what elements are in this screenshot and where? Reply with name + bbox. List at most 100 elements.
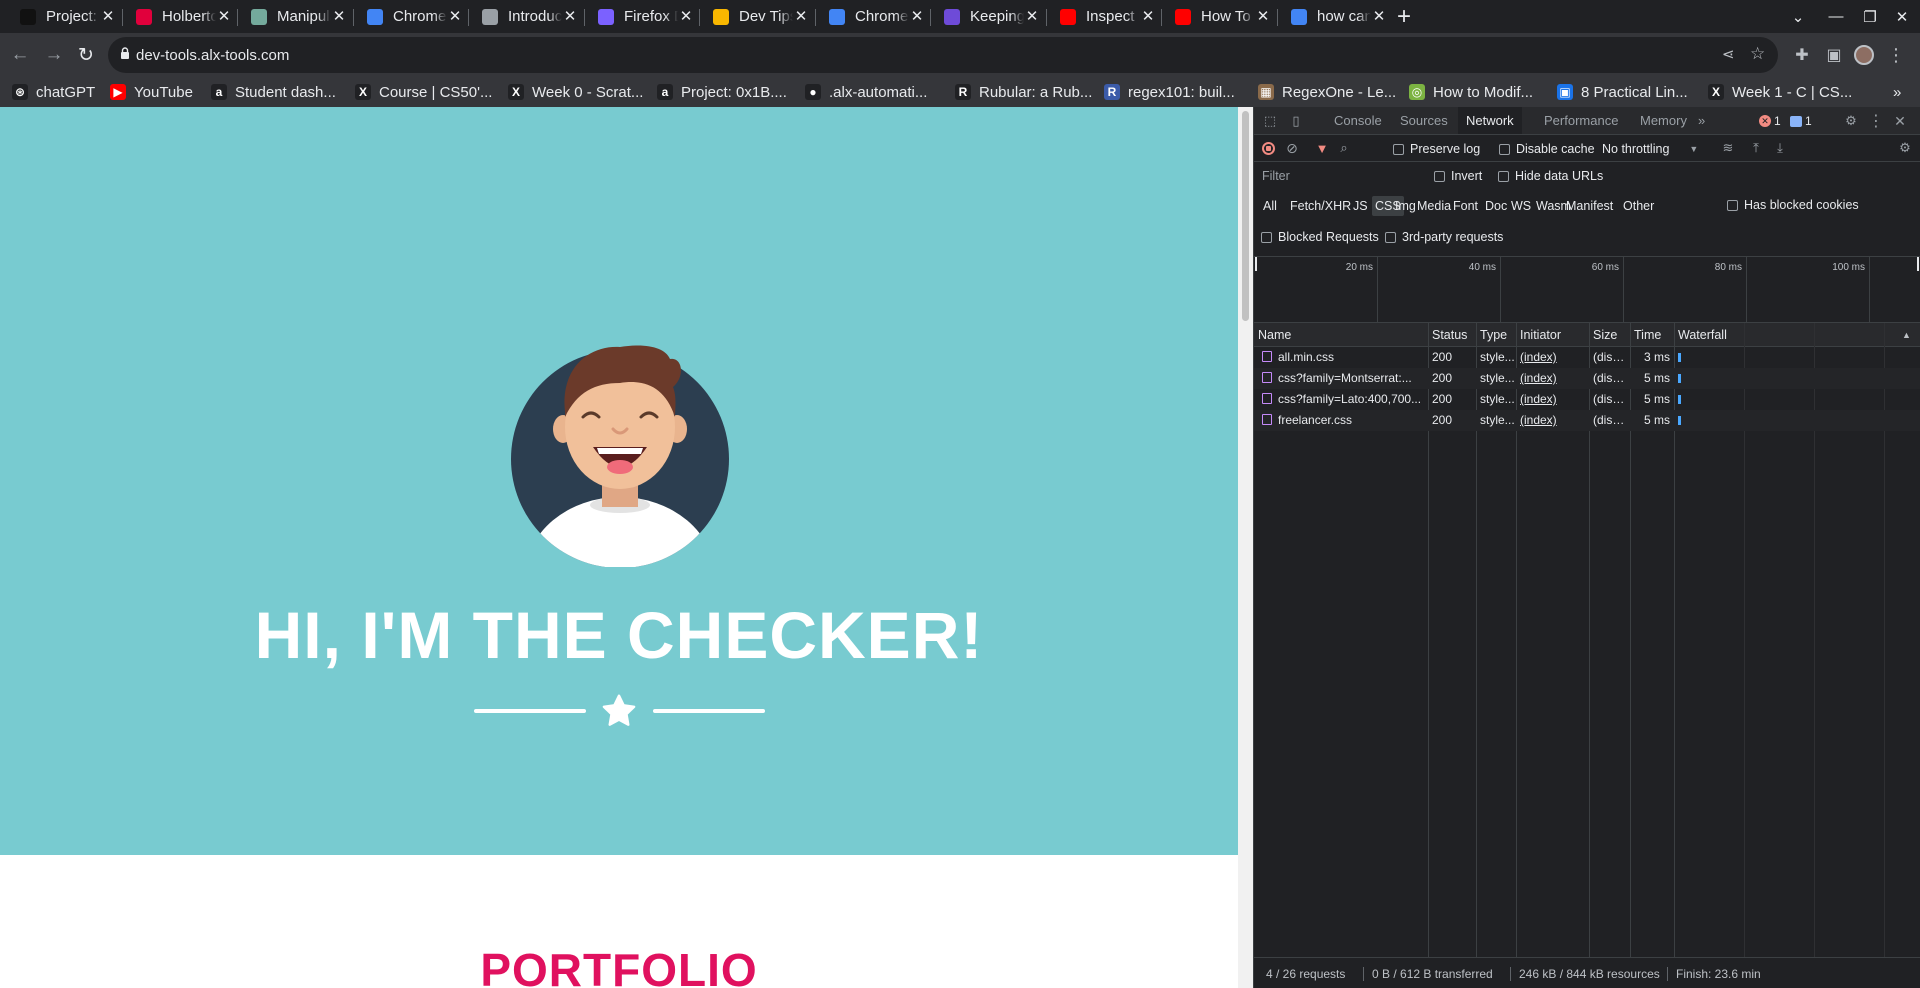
bookmark-item[interactable]: ● .alx-automati... [805, 81, 927, 103]
devtools-tab-performance[interactable]: Performance [1536, 107, 1626, 134]
type-filter-button[interactable]: Font [1450, 196, 1481, 216]
request-initiator[interactable]: (index) [1516, 368, 1589, 389]
bookmark-item[interactable]: X Course | CS50'... [355, 81, 492, 103]
message-badge[interactable]: 1 [1790, 113, 1812, 129]
error-badge[interactable]: ✕ 1 [1759, 113, 1781, 129]
minimize-icon[interactable]: — [1818, 0, 1854, 33]
browser-tab[interactable]: Inspect Network✕ [1048, 2, 1164, 31]
filter-input[interactable]: Filter [1258, 166, 1423, 186]
request-row[interactable]: css?family=Lato:400,700... 200 style... (in… [1254, 389, 1920, 410]
throttling-select[interactable]: No throttling ▼ [1602, 142, 1698, 156]
bookmark-item[interactable]: a Student dash... [211, 81, 336, 103]
column-header[interactable]: Initiator [1516, 323, 1589, 347]
type-filter-button[interactable]: Other [1620, 196, 1657, 216]
bookmark-item[interactable]: ▦ RegexOne - Le... [1258, 81, 1396, 103]
sort-ascending-icon[interactable]: ▲ [1898, 323, 1911, 347]
page-scrollbar[interactable] [1238, 107, 1253, 988]
hide-data-urls-checkbox[interactable] [1498, 170, 1509, 182]
type-filter-button[interactable]: Media [1414, 196, 1454, 216]
network-settings-icon[interactable]: ⚙ [1895, 138, 1915, 158]
import-har-icon[interactable]: ⤒ [1746, 138, 1766, 158]
close-tab-icon[interactable]: ✕ [1140, 8, 1156, 25]
has-blocked-cookies-checkbox[interactable] [1727, 199, 1738, 211]
browser-tab[interactable]: Chrome DevTools✕ [355, 2, 471, 31]
extensions-icon[interactable]: ✚ [1786, 39, 1818, 71]
has-blocked-cookies-toggle[interactable]: Has blocked cookies [1727, 198, 1859, 212]
close-tab-icon[interactable]: ✕ [909, 8, 925, 25]
request-row[interactable]: css?family=Montserrat:... 200 style... (ind… [1254, 368, 1920, 389]
type-filter-button[interactable]: JS [1350, 196, 1371, 216]
devtools-tab-sources[interactable]: Sources [1392, 107, 1456, 134]
devtools-tab-console[interactable]: Console [1326, 107, 1390, 134]
devtools-menu-icon[interactable]: ⋮ [1866, 111, 1886, 131]
close-tab-icon[interactable]: ✕ [331, 8, 347, 25]
request-row[interactable]: freelancer.css 200 style... (index) (disk ..… [1254, 410, 1920, 431]
disable-cache-toggle[interactable]: Disable cache [1499, 142, 1595, 156]
bookmark-item[interactable]: R Rubular: a Rub... [955, 81, 1092, 103]
settings-gear-icon[interactable]: ⚙ [1841, 111, 1861, 131]
record-stop-icon[interactable] [1258, 138, 1278, 158]
back-icon[interactable]: ← [4, 39, 36, 71]
bookmark-star-icon[interactable]: ☆ [1750, 44, 1765, 64]
close-tab-icon[interactable]: ✕ [678, 8, 694, 25]
request-row[interactable]: all.min.css 200 style... (index) (disk ... 3 … [1254, 347, 1920, 368]
search-icon[interactable]: ⌕ [1334, 138, 1354, 158]
type-filter-button[interactable]: Doc [1482, 196, 1510, 216]
close-tab-icon[interactable]: ✕ [216, 8, 232, 25]
browser-tab[interactable]: Manipulating✕ [239, 2, 355, 31]
inspect-element-icon[interactable]: ⬚ [1260, 111, 1280, 131]
column-header[interactable]: Status [1428, 323, 1476, 347]
tab-search-icon[interactable]: ⌄ [1780, 0, 1816, 33]
restore-icon[interactable]: ❐ [1852, 0, 1888, 33]
forward-icon[interactable]: → [38, 39, 70, 71]
close-devtools-icon[interactable]: ✕ [1890, 111, 1910, 131]
network-conditions-icon[interactable]: ≋ [1718, 138, 1738, 158]
close-tab-icon[interactable]: ✕ [1024, 8, 1040, 25]
browser-tab[interactable]: Firefox DevTools✕ [586, 2, 702, 31]
devtools-tab-network[interactable]: Network [1458, 107, 1522, 134]
invert-checkbox[interactable] [1434, 170, 1445, 182]
bookmark-item[interactable]: Rregex101: buil... [1104, 81, 1235, 103]
browser-tab[interactable]: how can i view✕ [1279, 2, 1395, 31]
type-filter-button[interactable]: WS [1508, 196, 1534, 216]
more-tabs-icon[interactable]: » [1690, 107, 1713, 134]
browser-tab[interactable]: How To Take✕ [1163, 2, 1279, 31]
request-initiator[interactable]: (index) [1516, 410, 1589, 431]
third-party-toggle[interactable]: 3rd-party requests [1385, 230, 1503, 244]
share-icon[interactable]: ⋖ [1722, 45, 1735, 63]
bookmark-item[interactable]: ◎ How to Modif... [1409, 81, 1533, 103]
close-tab-icon[interactable]: ✕ [562, 8, 578, 25]
side-panel-icon[interactable]: ▣ [1818, 39, 1850, 71]
bookmark-item[interactable]: ▶ YouTube [110, 81, 193, 103]
preserve-log-toggle[interactable]: Preserve log [1393, 142, 1480, 156]
overview-end-handle[interactable] [1917, 257, 1919, 271]
menu-kebab-icon[interactable]: ⋮ [1880, 39, 1912, 71]
profile-avatar[interactable] [1848, 39, 1880, 71]
close-window-icon[interactable]: ✕ [1884, 0, 1920, 33]
page-scrollbar-thumb[interactable] [1242, 111, 1249, 321]
browser-tab[interactable]: Dev Tips - Daily✕ [701, 2, 817, 31]
browser-tab[interactable]: Chrome DevTools✕ [817, 2, 933, 31]
network-overview[interactable]: 20 ms 40 ms 60 ms 80 ms 100 ms [1254, 257, 1920, 323]
close-tab-icon[interactable]: ✕ [447, 8, 463, 25]
bookmark-item[interactable]: ▣ 8 Practical Lin... [1557, 81, 1688, 103]
browser-tab[interactable]: Holberton School✕ [124, 2, 240, 31]
preserve-log-checkbox[interactable] [1393, 143, 1404, 155]
type-filter-button[interactable]: All [1260, 196, 1280, 216]
request-initiator[interactable]: (index) [1516, 389, 1589, 410]
browser-tab[interactable]: Introduction✕ [470, 2, 586, 31]
filter-funnel-icon[interactable]: ▼ [1312, 138, 1332, 158]
third-party-checkbox[interactable] [1385, 231, 1396, 243]
column-header[interactable]: Size [1589, 323, 1630, 347]
overview-start-handle[interactable] [1255, 257, 1257, 271]
clear-icon[interactable]: ⊘ [1282, 138, 1302, 158]
invert-toggle[interactable]: Invert [1434, 169, 1482, 183]
bookmarks-overflow-icon[interactable]: » [1893, 81, 1901, 103]
column-header[interactable]: Type [1476, 323, 1516, 347]
blocked-requests-toggle[interactable]: Blocked Requests [1261, 230, 1379, 244]
request-initiator[interactable]: (index) [1516, 347, 1589, 368]
column-header[interactable]: Name [1254, 323, 1428, 347]
device-toolbar-icon[interactable]: ▯ [1286, 111, 1306, 131]
bookmark-item[interactable]: X Week 1 - C | CS... [1708, 81, 1852, 103]
browser-tab[interactable]: Keeping it simple✕ [932, 2, 1048, 31]
